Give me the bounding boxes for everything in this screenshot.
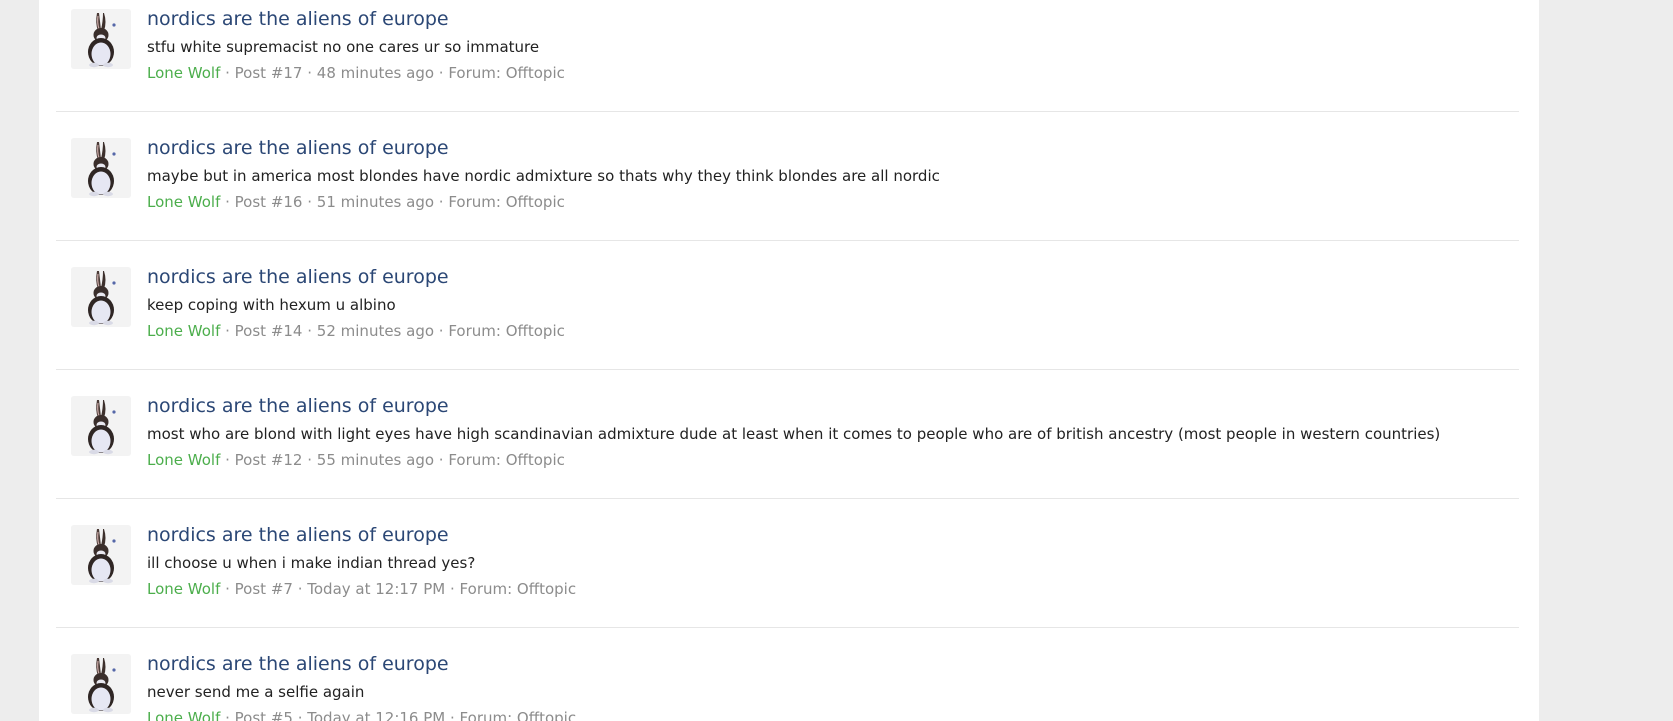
post-time: 55 minutes ago (316, 451, 435, 469)
forum-link[interactable]: Forum: Offtopic (460, 580, 577, 598)
result-meta: Lone Wolf · Post #14 · 52 minutes ago · … (147, 322, 1509, 340)
forum-link[interactable]: Forum: Offtopic (448, 451, 565, 469)
rabbit-avatar-icon[interactable] (71, 138, 131, 198)
list-item: nordics are the aliens of europe ill cho… (56, 499, 1519, 628)
post-number: Post #16 (234, 193, 303, 211)
rabbit-avatar-icon[interactable] (71, 9, 131, 69)
thread-title-link[interactable]: nordics are the aliens of europe (147, 266, 1509, 288)
post-number: Post #14 (234, 322, 303, 340)
author-link[interactable]: Lone Wolf (147, 64, 220, 82)
post-snippet[interactable]: maybe but in america most blondes have n… (147, 167, 1509, 185)
meta-separator: · (434, 451, 449, 469)
result-body: nordics are the aliens of europe never s… (147, 653, 1509, 721)
list-item: nordics are the aliens of europe maybe b… (56, 112, 1519, 241)
thread-title-link[interactable]: nordics are the aliens of europe (147, 653, 1509, 675)
meta-separator: · (292, 709, 308, 721)
author-link[interactable]: Lone Wolf (147, 451, 220, 469)
meta-separator: · (302, 64, 317, 82)
meta-separator: · (302, 451, 317, 469)
list-item: nordics are the aliens of europe never s… (56, 628, 1519, 721)
post-number: Post #12 (234, 451, 303, 469)
result-body: nordics are the aliens of europe most wh… (147, 395, 1509, 469)
rabbit-avatar-icon[interactable] (71, 654, 131, 714)
post-number: Post #7 (234, 580, 293, 598)
rabbit-avatar-icon[interactable] (71, 267, 131, 327)
result-body: nordics are the aliens of europe ill cho… (147, 524, 1509, 598)
meta-separator: · (445, 580, 460, 598)
meta-separator: · (220, 322, 235, 340)
meta-separator: · (220, 451, 235, 469)
post-time: Today at 12:16 PM (307, 709, 446, 721)
post-number: Post #17 (234, 64, 303, 82)
search-results-panel: nordics are the aliens of europe stfu wh… (39, 0, 1539, 721)
meta-separator: · (302, 322, 317, 340)
post-number: Post #5 (234, 709, 293, 721)
forum-link[interactable]: Forum: Offtopic (448, 322, 565, 340)
result-meta: Lone Wolf · Post #7 · Today at 12:17 PM … (147, 580, 1509, 598)
result-body: nordics are the aliens of europe stfu wh… (147, 8, 1509, 82)
list-item: nordics are the aliens of europe stfu wh… (56, 0, 1519, 112)
result-meta: Lone Wolf · Post #16 · 51 minutes ago · … (147, 193, 1509, 211)
meta-separator: · (220, 580, 235, 598)
forum-link[interactable]: Forum: Offtopic (460, 709, 577, 721)
author-link[interactable]: Lone Wolf (147, 709, 220, 721)
meta-separator: · (302, 193, 317, 211)
meta-separator: · (220, 193, 235, 211)
meta-separator: · (445, 709, 460, 721)
post-time: Today at 12:17 PM (307, 580, 446, 598)
rabbit-avatar-icon[interactable] (71, 396, 131, 456)
author-link[interactable]: Lone Wolf (147, 322, 220, 340)
thread-title-link[interactable]: nordics are the aliens of europe (147, 395, 1509, 417)
post-time: 48 minutes ago (316, 64, 435, 82)
result-meta: Lone Wolf · Post #5 · Today at 12:16 PM … (147, 709, 1509, 721)
meta-separator: · (434, 322, 449, 340)
author-link[interactable]: Lone Wolf (147, 193, 220, 211)
rabbit-avatar-icon[interactable] (71, 525, 131, 585)
thread-title-link[interactable]: nordics are the aliens of europe (147, 137, 1509, 159)
thread-title-link[interactable]: nordics are the aliens of europe (147, 524, 1509, 546)
forum-link[interactable]: Forum: Offtopic (448, 193, 565, 211)
result-meta: Lone Wolf · Post #12 · 55 minutes ago · … (147, 451, 1509, 469)
result-meta: Lone Wolf · Post #17 · 48 minutes ago · … (147, 64, 1509, 82)
result-body: nordics are the aliens of europe maybe b… (147, 137, 1509, 211)
post-snippet[interactable]: never send me a selfie again (147, 683, 1509, 701)
meta-separator: · (220, 64, 235, 82)
post-snippet[interactable]: most who are blond with light eyes have … (147, 425, 1509, 443)
post-time: 51 minutes ago (316, 193, 435, 211)
post-snippet[interactable]: stfu white supremacist no one cares ur s… (147, 38, 1509, 56)
post-snippet[interactable]: ill choose u when i make indian thread y… (147, 554, 1509, 572)
forum-link[interactable]: Forum: Offtopic (448, 64, 565, 82)
list-item: nordics are the aliens of europe keep co… (56, 241, 1519, 370)
result-body: nordics are the aliens of europe keep co… (147, 266, 1509, 340)
list-item: nordics are the aliens of europe most wh… (56, 370, 1519, 499)
meta-separator: · (220, 709, 235, 721)
results-list: nordics are the aliens of europe stfu wh… (56, 0, 1519, 721)
thread-title-link[interactable]: nordics are the aliens of europe (147, 8, 1509, 30)
meta-separator: · (292, 580, 308, 598)
author-link[interactable]: Lone Wolf (147, 580, 220, 598)
meta-separator: · (434, 64, 449, 82)
post-snippet[interactable]: keep coping with hexum u albino (147, 296, 1509, 314)
post-time: 52 minutes ago (316, 322, 435, 340)
meta-separator: · (434, 193, 449, 211)
